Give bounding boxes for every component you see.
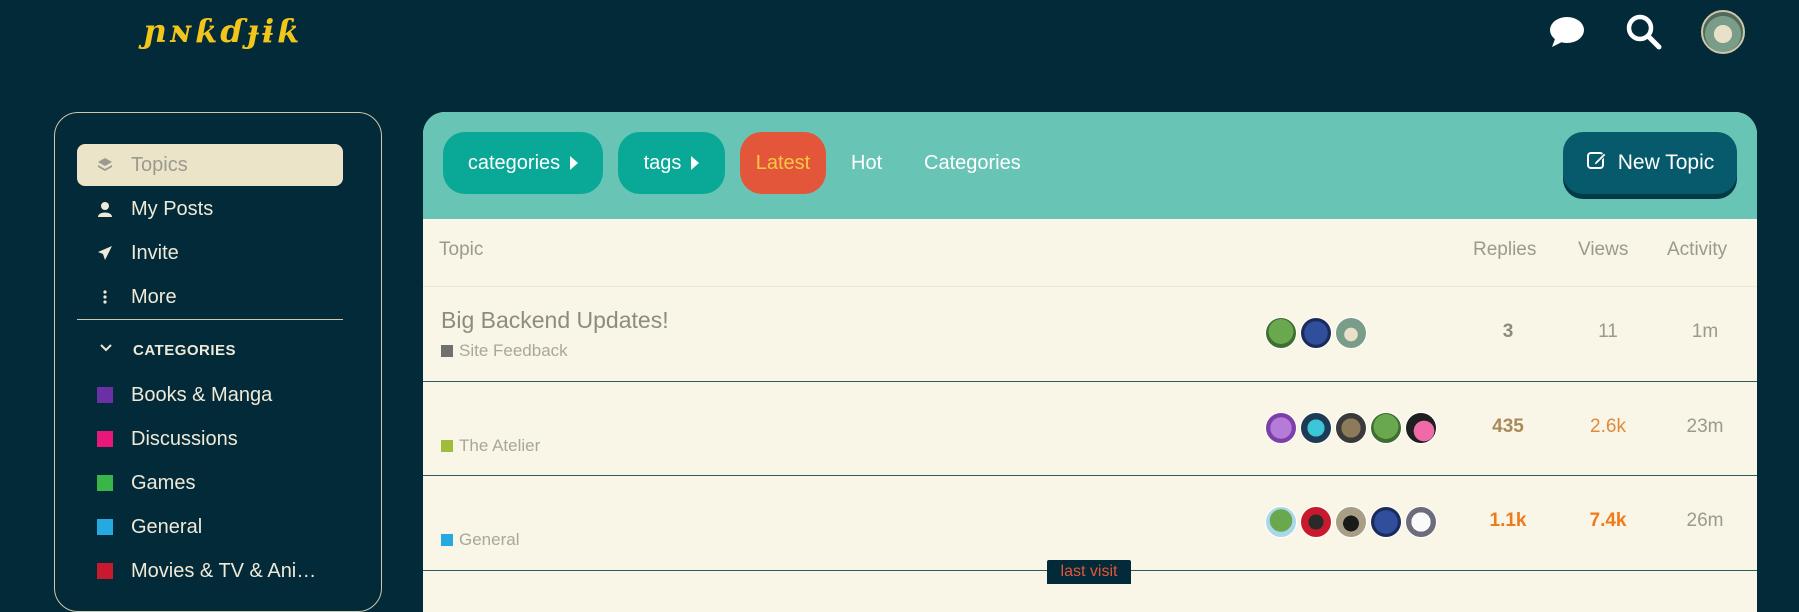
column-activity[interactable]: Activity xyxy=(1667,239,1727,261)
topic-category-link[interactable]: Site Feedback xyxy=(441,341,568,361)
navigation-bar: categories tags Latest Hot Categories Ne… xyxy=(423,112,1757,219)
sidebar-item-label: More xyxy=(131,285,177,308)
column-replies[interactable]: Replies xyxy=(1473,239,1536,261)
sidebar-category-books-manga[interactable]: Books & Manga xyxy=(77,374,343,416)
category-color-swatch xyxy=(97,475,113,491)
caret-right-icon xyxy=(570,156,579,170)
poster-avatar[interactable] xyxy=(1405,506,1437,538)
user-icon xyxy=(97,201,131,217)
tags-dropdown-label: tags xyxy=(643,151,682,174)
chat-bubble-icon[interactable] xyxy=(1545,10,1589,54)
column-topic[interactable]: Topic xyxy=(439,239,483,261)
category-label: Movies & TV & Ani… xyxy=(131,559,317,582)
poster-avatar[interactable] xyxy=(1335,412,1367,444)
last-visit-marker: last visit xyxy=(1047,560,1131,584)
sidebar-item-label: Invite xyxy=(131,241,179,264)
topic-category-label: General xyxy=(459,530,520,549)
chevron-down-icon xyxy=(99,341,133,359)
new-topic-button[interactable]: New Topic xyxy=(1563,132,1737,194)
view-count: 2.6k xyxy=(1590,416,1626,437)
topic-title-link[interactable]: Big Backend Updates! xyxy=(441,307,669,334)
category-color-swatch xyxy=(97,431,113,447)
poster-avatar[interactable] xyxy=(1265,317,1297,349)
categories-dropdown[interactable]: categories xyxy=(443,132,603,194)
site-logo[interactable]: ɲɴƙɗɟɨƙ xyxy=(143,12,302,50)
category-color-swatch xyxy=(441,440,453,452)
sidebar-category-discussions[interactable]: Discussions xyxy=(77,418,343,460)
layers-icon xyxy=(97,157,131,173)
caret-right-icon xyxy=(691,156,700,170)
topic-category-label: Site Feedback xyxy=(459,341,568,360)
sidebar-item-invite[interactable]: Invite xyxy=(77,232,343,274)
tags-dropdown[interactable]: tags xyxy=(618,132,725,194)
category-label: Discussions xyxy=(131,427,238,450)
categories-section-toggle[interactable]: CATEGORIES xyxy=(77,335,236,365)
topic-category-label: The Atelier xyxy=(459,436,541,455)
categories-heading: CATEGORIES xyxy=(133,341,237,359)
poster-avatar[interactable] xyxy=(1265,412,1297,444)
tab-hot[interactable]: Hot xyxy=(851,132,882,194)
new-topic-label: New Topic xyxy=(1617,151,1715,174)
poster-avatar[interactable] xyxy=(1370,506,1402,538)
category-color-swatch xyxy=(441,345,453,357)
category-label: Books & Manga xyxy=(131,383,273,406)
poster-avatar[interactable] xyxy=(1300,506,1332,538)
poster-avatar[interactable] xyxy=(1370,412,1402,444)
topic-row[interactable]: The Atelier 435 2.6k 23m xyxy=(423,382,1757,476)
topic-category-link[interactable]: General xyxy=(441,530,519,550)
tab-latest[interactable]: Latest xyxy=(740,132,826,194)
topic-table-header: Topic Replies Views Activity xyxy=(423,219,1757,279)
poster-avatar[interactable] xyxy=(1335,317,1367,349)
poster-avatar[interactable] xyxy=(1265,506,1297,538)
sidebar-item-label: Topics xyxy=(131,153,188,176)
reply-count: 3 xyxy=(1502,321,1514,342)
category-label: Games xyxy=(131,471,196,494)
paper-plane-icon xyxy=(97,245,131,261)
site-header: ɲɴƙɗɟɨƙ xyxy=(0,0,1799,70)
view-count: 11 xyxy=(1598,321,1618,342)
category-color-swatch xyxy=(97,519,113,535)
topic-category-link[interactable]: The Atelier xyxy=(441,436,540,456)
topic-row[interactable]: Big Backend Updates! Site Feedback 3 11 … xyxy=(423,287,1757,381)
vertical-ellipsis-icon xyxy=(97,289,131,305)
topic-list-panel: categories tags Latest Hot Categories Ne… xyxy=(423,112,1757,612)
category-color-swatch xyxy=(441,534,453,546)
search-icon[interactable] xyxy=(1622,10,1666,54)
sidebar-category-movies-tv[interactable]: Movies & TV & Ani… xyxy=(77,550,343,592)
poster-avatar[interactable] xyxy=(1405,412,1437,444)
tab-categories[interactable]: Categories xyxy=(924,132,1021,194)
sidebar-item-more[interactable]: More xyxy=(77,276,343,318)
sidebar-category-games[interactable]: Games xyxy=(77,462,343,504)
sidebar-item-my-posts[interactable]: My Posts xyxy=(77,188,343,230)
sidebar-item-topics[interactable]: Topics xyxy=(77,144,343,186)
category-color-swatch xyxy=(97,387,113,403)
activity-time[interactable]: 26m xyxy=(1665,510,1745,532)
category-color-swatch xyxy=(97,563,113,579)
category-label: General xyxy=(131,515,203,538)
sidebar-item-label: My Posts xyxy=(131,197,214,220)
edit-icon xyxy=(1586,149,1608,177)
reply-count: 435 xyxy=(1492,416,1524,437)
sidebar-divider xyxy=(77,319,343,320)
reply-count: 1.1k xyxy=(1489,510,1527,531)
categories-dropdown-label: categories xyxy=(467,151,561,174)
poster-avatar[interactable] xyxy=(1300,317,1332,349)
sidebar: Topics My Posts Invite More CATEGORIES B… xyxy=(54,112,382,612)
sidebar-category-general[interactable]: General xyxy=(77,506,343,548)
poster-avatar[interactable] xyxy=(1335,506,1367,538)
topic-row[interactable]: General 1.1k 7.4k 26m xyxy=(423,476,1757,570)
column-views[interactable]: Views xyxy=(1578,239,1628,261)
activity-time[interactable]: 1m xyxy=(1665,321,1745,343)
activity-time[interactable]: 23m xyxy=(1665,416,1745,438)
poster-avatar[interactable] xyxy=(1300,412,1332,444)
view-count: 7.4k xyxy=(1589,510,1627,531)
user-avatar[interactable] xyxy=(1701,10,1745,54)
